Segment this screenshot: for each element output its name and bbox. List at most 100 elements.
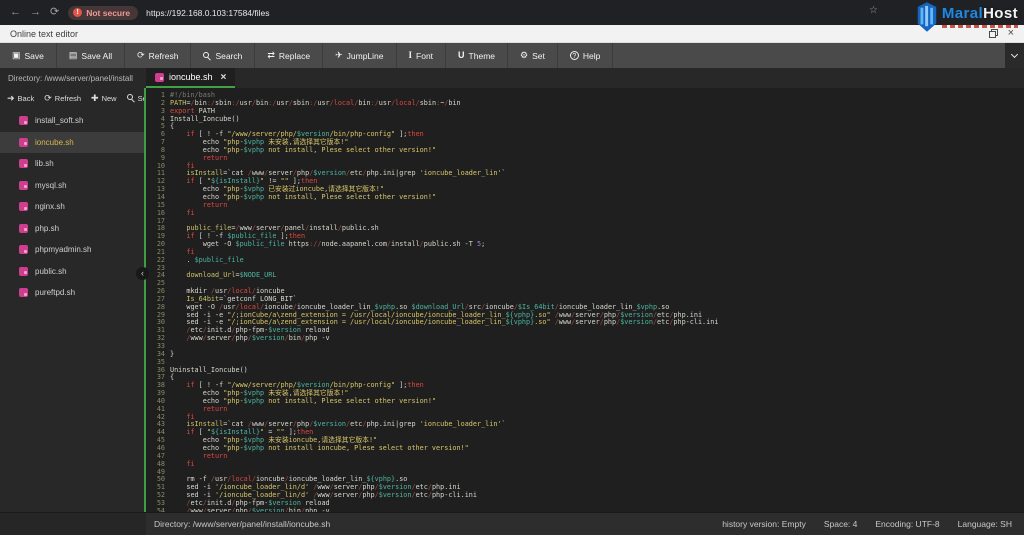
browser-forward-icon[interactable]: → [30, 7, 41, 18]
refresh-icon [137, 51, 145, 60]
font-icon [409, 51, 413, 60]
code-line: 48 fi [146, 461, 1024, 469]
status-right-items: history version: EmptySpace: 4Encoding: … [722, 519, 1024, 529]
line-number: 2 [146, 100, 170, 108]
file-item-lib-sh[interactable]: lib.sh [0, 153, 144, 175]
code-line: 14 echo "php-$vphp not install, Plese se… [146, 194, 1024, 202]
directory-label: Directory: /www/server/panel/install [0, 68, 146, 88]
file-name: nginx.sh [35, 202, 65, 211]
line-number: 6 [146, 131, 170, 139]
toolbar-button-label: Font [416, 51, 433, 61]
file-item-pureftpd-sh[interactable]: pureftpd.sh [0, 282, 144, 304]
file-icon [19, 267, 28, 276]
file-icon [19, 224, 28, 233]
file-icon [19, 202, 28, 211]
toolbar-button-label: Set [532, 51, 545, 61]
toolbar-button-help[interactable]: Help [558, 43, 613, 68]
sidebar-action-new[interactable]: New [91, 94, 117, 103]
code-line: 47 return [146, 453, 1024, 461]
refresh-icon [44, 94, 52, 103]
line-number: 8 [146, 147, 170, 155]
code-text: . $public_file [170, 257, 244, 265]
file-name: phpmyadmin.sh [35, 245, 91, 254]
new-icon [91, 94, 99, 103]
file-icon [19, 138, 28, 147]
save-all-icon [69, 51, 78, 60]
status-item-space: Space: 4 [824, 519, 858, 529]
address-bar[interactable]: Not secure https://192.168.0.103:17584/f… [68, 6, 269, 20]
browser-chrome: ← → ⟳ Not secure https://192.168.0.103:1… [0, 0, 1024, 25]
replace-icon [267, 51, 275, 60]
help-icon [570, 51, 579, 60]
page-title-bar: Online text editor × [0, 25, 1024, 43]
page-title: Online text editor [10, 29, 78, 39]
back-icon [7, 94, 15, 103]
toolbar-button-label: Theme [469, 51, 495, 61]
toolbar-button-font[interactable]: Font [397, 43, 447, 68]
toolbar-button-jumpline[interactable]: JumpLine [323, 43, 396, 68]
line-number: 3 [146, 108, 170, 116]
sidebar-action-label: Back [18, 94, 35, 103]
file-item-phpmyadmin-sh[interactable]: phpmyadmin.sh [0, 239, 144, 261]
toolbar-button-label: JumpLine [347, 51, 384, 61]
file-name: lib.sh [35, 159, 54, 168]
set-icon [520, 51, 528, 60]
toolbar-button-label: Refresh [149, 51, 179, 61]
toolbar-button-save[interactable]: Save [0, 43, 57, 68]
code-text: Uninstall_Ioncube() [170, 367, 248, 375]
sidebar-action-refresh[interactable]: Refresh [44, 94, 81, 103]
line-number: 7 [146, 139, 170, 147]
bookmark-star-icon[interactable]: ☆ [869, 5, 878, 16]
not-secure-badge[interactable]: Not secure [68, 6, 138, 20]
file-name: mysql.sh [35, 181, 67, 190]
file-name: public.sh [35, 267, 67, 276]
toolbar-button-set[interactable]: Set [508, 43, 558, 68]
file-item-ioncube-sh[interactable]: ioncube.sh [0, 132, 144, 154]
toolbar-button-refresh[interactable]: Refresh [125, 43, 191, 68]
toolbar-button-label: Search [215, 51, 242, 61]
code-line: 24 download_Url=$NODE_URL [146, 272, 1024, 280]
toolbar-button-save-all[interactable]: Save All [57, 43, 125, 68]
file-icon [19, 288, 28, 297]
code-text: fi [170, 461, 195, 469]
line-number: 5 [146, 123, 170, 131]
file-item-nginx-sh[interactable]: nginx.sh [0, 196, 144, 218]
toolbar-button-search[interactable]: Search [191, 43, 255, 68]
search-icon [203, 52, 211, 60]
browser-refresh-icon[interactable]: ⟳ [50, 7, 59, 18]
file-item-install-soft-sh[interactable]: install_soft.sh [0, 110, 144, 132]
restore-window-icon[interactable] [989, 29, 998, 38]
sidebar-action-back[interactable]: Back [7, 94, 34, 103]
jumpline-icon [335, 51, 343, 60]
file-name: pureftpd.sh [35, 288, 75, 297]
code-text: fi [170, 210, 195, 218]
sidebar-collapse-handle[interactable]: ‹ [136, 267, 149, 280]
file-name: install_soft.sh [35, 116, 83, 125]
file-item-php-sh[interactable]: php.sh [0, 218, 144, 240]
file-icon [19, 116, 28, 125]
chevron-down-icon [1011, 51, 1018, 58]
toolbar-button-replace[interactable]: Replace [255, 43, 323, 68]
save-icon [12, 51, 21, 60]
tab-bar: Directory: /www/server/panel/install ion… [0, 68, 1024, 88]
status-bar: Directory: /www/server/panel/install/ion… [0, 512, 1024, 535]
code-line: 21 fi [146, 249, 1024, 257]
close-window-icon[interactable]: × [1008, 29, 1014, 38]
toolbar-collapse-button[interactable] [1005, 43, 1024, 68]
file-icon [155, 73, 164, 82]
browser-back-icon[interactable]: ← [10, 7, 21, 18]
code-editor[interactable]: 1#!/bin/bash2PATH=/bin:/sbin:/usr/bin:/u… [146, 88, 1024, 512]
status-corner [0, 513, 146, 535]
code-line: 35 [146, 359, 1024, 367]
warning-icon [73, 8, 82, 17]
status-item-encoding: Encoding: UTF-8 [875, 519, 939, 529]
code-line: 23 [146, 265, 1024, 273]
toolbar-button-theme[interactable]: Theme [446, 43, 508, 68]
file-item-mysql-sh[interactable]: mysql.sh [0, 175, 144, 197]
tab-close-icon[interactable]: × [221, 72, 227, 83]
url-text[interactable]: https://192.168.0.103:17584/files [146, 8, 269, 18]
code-line: 16 fi [146, 210, 1024, 218]
file-item-public-sh[interactable]: public.sh [0, 261, 144, 283]
tab-ioncube[interactable]: ioncube.sh × [146, 68, 235, 88]
toolbar-button-label: Save [25, 51, 44, 61]
